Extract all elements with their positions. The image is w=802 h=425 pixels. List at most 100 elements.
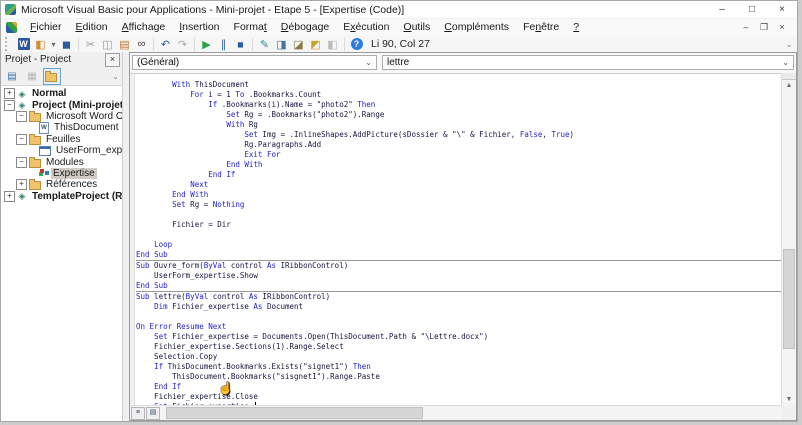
view-word-icon[interactable]: W xyxy=(15,36,32,52)
tree-item-label: Expertise xyxy=(51,167,97,179)
procedure-dropdown-value: lettre xyxy=(387,57,410,68)
object-dropdown-value: (Général) xyxy=(137,57,180,68)
scroll-down-icon[interactable]: ▼ xyxy=(782,394,796,406)
menu-excution[interactable]: Exécution xyxy=(336,20,396,34)
collapse-icon[interactable]: − xyxy=(16,133,27,145)
code-line: End With xyxy=(172,190,209,199)
code-line: Fichier = Dir xyxy=(136,220,231,229)
code-line: For i = 1 To .Bookmarks.Count xyxy=(190,90,322,99)
code-text: With ThisDocument For i = 1 To .Bookmark… xyxy=(136,80,782,406)
view-object-icon[interactable]: ▦ xyxy=(23,68,41,85)
menu-format[interactable]: Format xyxy=(227,20,274,34)
find-icon[interactable]: ∞ xyxy=(133,36,150,52)
tree-item-thisdocument[interactable]: W ThisDocument xyxy=(1,121,122,134)
view-code-icon[interactable]: ▤ xyxy=(3,68,21,85)
code-line: Sub lettre(ByVal control As IRibbonContr… xyxy=(136,292,331,301)
code-window: (Général) ⌄ lettre ⌄ With ThisDocument F… xyxy=(129,52,797,421)
menu-insertion[interactable]: Insertion xyxy=(172,20,226,34)
expand-icon[interactable]: + xyxy=(4,190,15,202)
split-handle[interactable] xyxy=(782,73,796,80)
minimize-button[interactable]: – xyxy=(707,1,737,18)
pause-icon[interactable]: ∥ xyxy=(215,36,232,52)
menu-affichage[interactable]: Affichage xyxy=(115,20,173,34)
tree-item-r-f-rences[interactable]: + Références xyxy=(1,179,122,191)
toggle-folders-icon[interactable] xyxy=(43,67,61,85)
tree-item-normal[interactable]: + ◈ Normal xyxy=(1,88,122,100)
tree-item-feuilles[interactable]: − Feuilles xyxy=(1,133,122,145)
panel-overflow-icon[interactable]: ⌄ xyxy=(112,72,120,81)
horizontal-scroll-thumb[interactable] xyxy=(166,407,423,419)
margin-indicator-bar xyxy=(130,74,135,406)
scrollbar-corner xyxy=(782,406,796,420)
chevron-down-icon: ⌄ xyxy=(365,58,372,67)
procedure-dropdown[interactable]: lettre ⌄ xyxy=(382,55,794,70)
tree-item-microsoft-word-objets[interactable]: − Microsoft Word Objets xyxy=(1,110,122,122)
main-area: Projet - Project × ▤ ▦ ⌄ + ◈ Normal − ◈ Project… xyxy=(1,52,797,421)
code-line: Rg.Paragraphs.Add xyxy=(136,140,322,149)
tree-item-userform-expertise[interactable]: UserForm_expertise xyxy=(1,145,122,156)
horizontal-scrollbar[interactable]: ≡ ▤ xyxy=(130,405,782,420)
collapse-icon[interactable]: − xyxy=(4,99,15,111)
code-line: Set Fichier_expertise = Documents.Open(T… xyxy=(154,332,489,341)
tree-item-templateproject-rapp[interactable]: +◈ TemplateProject (Rapp xyxy=(1,190,122,202)
menu-outils[interactable]: Outils xyxy=(396,20,437,34)
properties-window-icon[interactable]: ◪ xyxy=(290,36,307,52)
menu-fentre[interactable]: Fenêtre xyxy=(516,20,566,34)
tree-item-modules[interactable]: − Modules xyxy=(1,156,122,168)
code-editor[interactable]: With ThisDocument For i = 1 To .Bookmark… xyxy=(130,73,782,406)
collapse-icon[interactable]: − xyxy=(16,110,27,122)
help-icon[interactable]: ? xyxy=(348,36,365,52)
procedure-view-icon[interactable]: ≡ xyxy=(131,406,145,420)
scroll-up-icon[interactable]: ▲ xyxy=(782,80,796,92)
tree-item-project-mini-projet-et[interactable]: −◈ Project (Mini-projet - Et xyxy=(1,99,122,111)
paste-icon[interactable]: ▤ xyxy=(116,36,133,52)
undo-icon[interactable]: ↶ xyxy=(157,36,174,52)
menu-fichier[interactable]: Fichier xyxy=(23,20,69,34)
code-line: Set Rg = .Bookmarks("photo2").Range xyxy=(226,110,385,119)
expand-icon[interactable]: + xyxy=(4,88,15,100)
collapse-icon[interactable]: − xyxy=(16,156,27,168)
tree-item-label: Microsoft Word Objets xyxy=(46,110,122,122)
menu-?[interactable]: ? xyxy=(566,20,586,34)
mdi-restore-button[interactable]: ❐ xyxy=(755,22,773,33)
chevron-down-icon: ⌄ xyxy=(782,58,789,67)
vertical-scroll-thumb[interactable] xyxy=(783,249,795,349)
menu-edition[interactable]: Edition xyxy=(69,20,115,34)
code-line: Fichier_expertise.Sections(1).Range.Sele… xyxy=(136,342,344,351)
project-panel-header: Projet - Project × xyxy=(1,52,122,67)
app-icon xyxy=(5,4,16,15)
stop-icon[interactable]: ◼ xyxy=(232,36,249,52)
design-mode-icon[interactable]: ✎ xyxy=(256,36,273,52)
code-line: With ThisDocument xyxy=(172,80,249,89)
window-title: Microsoft Visual Basic pour Applications… xyxy=(21,3,405,16)
full-module-view-icon[interactable]: ▤ xyxy=(146,406,160,420)
expand-icon[interactable]: + xyxy=(16,179,27,191)
code-line: End If xyxy=(208,170,236,179)
menu-dbogage[interactable]: Débogage xyxy=(274,20,336,34)
code-line: Loop xyxy=(154,240,173,249)
panel-close-icon[interactable]: × xyxy=(105,52,120,67)
tree-item-expertise[interactable]: Expertise xyxy=(1,167,122,179)
object-browser-icon[interactable]: ◩ xyxy=(307,36,324,52)
code-line: Exit For xyxy=(244,150,281,159)
toolbar-grip[interactable] xyxy=(5,37,12,51)
project-explorer-icon[interactable]: ◨ xyxy=(273,36,290,52)
mdi-close-button[interactable]: × xyxy=(773,22,791,33)
maximize-button[interactable]: □ xyxy=(737,1,767,18)
close-button[interactable]: × xyxy=(767,1,797,18)
run-icon[interactable]: ▶ xyxy=(198,36,215,52)
insert-userform-icon[interactable]: ◧ xyxy=(32,36,49,52)
toolbar-options-icon[interactable]: ⌄ xyxy=(785,39,797,50)
vertical-scrollbar[interactable]: ▲ ▼ xyxy=(781,73,796,406)
project-panel-toolbar: ▤ ▦ ⌄ xyxy=(1,67,122,85)
save-icon[interactable]: ◼ xyxy=(58,36,75,52)
folder-icon xyxy=(29,179,41,191)
menu-complments[interactable]: Compléments xyxy=(437,20,516,34)
insert-dropdown-icon[interactable]: ▾ xyxy=(49,36,58,52)
project-icon: ◈ xyxy=(18,191,26,202)
folder-icon xyxy=(29,110,41,122)
code-line: If .Bookmarks(i).Name = "photo2" Then xyxy=(208,100,376,109)
mdi-minimize-button[interactable]: – xyxy=(737,22,755,33)
object-dropdown[interactable]: (Général) ⌄ xyxy=(132,55,377,70)
